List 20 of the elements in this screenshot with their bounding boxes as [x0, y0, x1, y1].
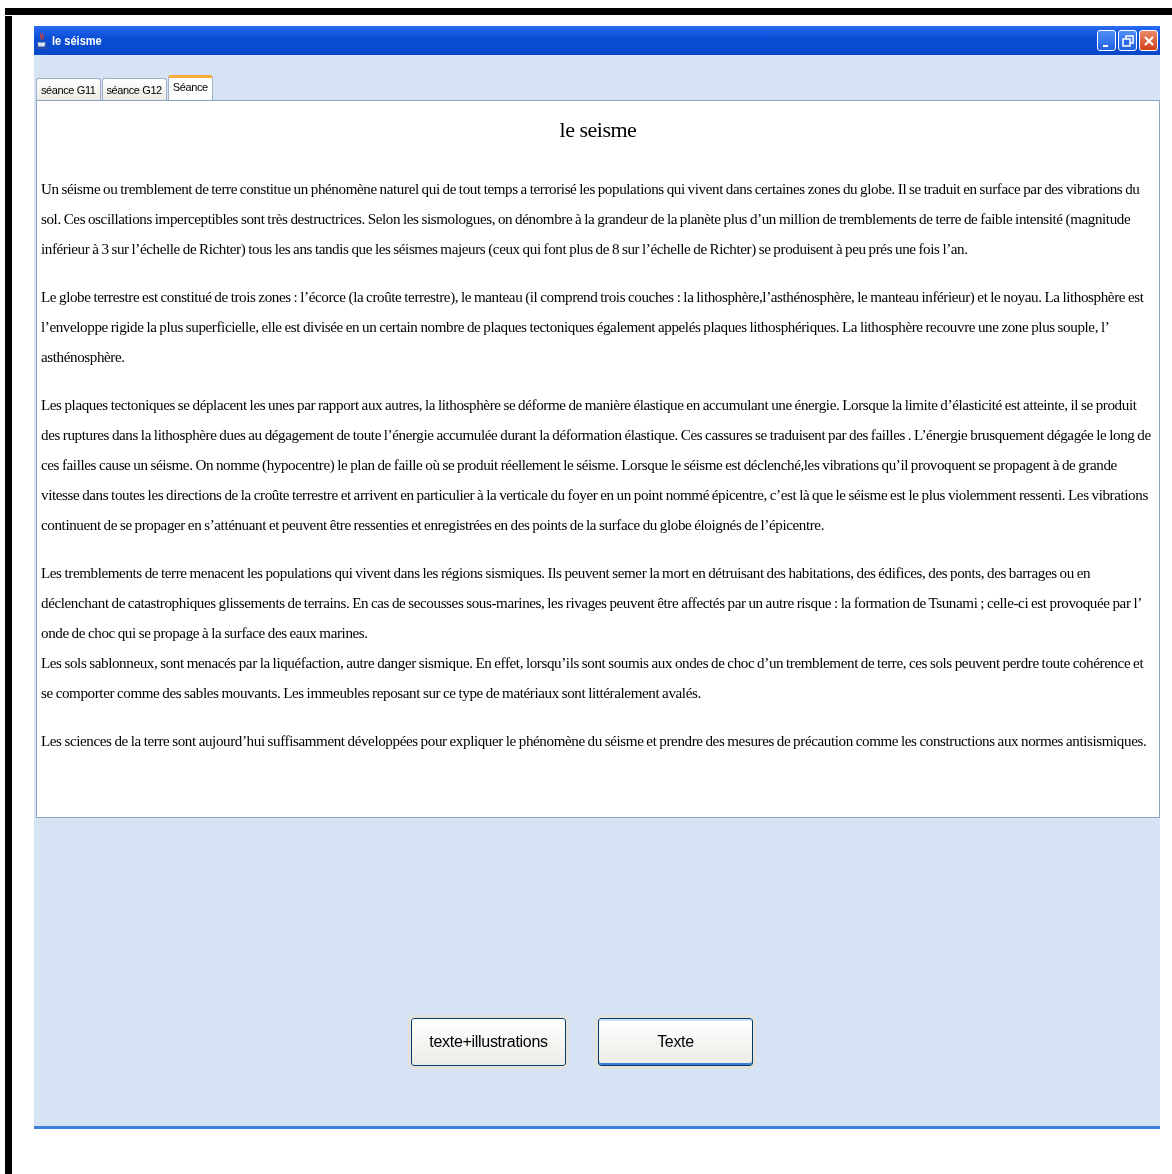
paragraph: Le globe terrestre est constitué de trois zones : l’écorce (la croûte terrestre), le manteau (il comprend trois couches : la lithosphère,l’asthénosphère, le manteau inférieur) et le noyau. La lithosphère est l’enveloppe rigide la plus superficielle, elle est divisée en un certain nombre de plaques tectoniques également appelés plaques lithosphériques. La lithosphère recouvre une zone plus souple, l’ asthénosphère. — [41, 288, 1145, 367]
paragraph: Les plaques tectoniques se déplacent les unes par rapport aux autres, la lithosphère se déforme de manière élastique en accumulant une énergie. Lorsque la limite d’élasticité est atteinte, il se produit des ruptures dans la lithosphère dues au dégagement de toute l’énergie accumulée durant la déformation élastique. Ces cassures se traduisent par des failles . L’énergie brusquement dégagée le long de ces failles cause un séisme. On nomme (hypocentre) le plan de faille où se produit réellement le séisme. Lorsque le séisme est déclenché,les vibrations qu’il provoquent se propagent à de grande vitesse dans toutes les directions de la croûte terrestre et arrivent en particulier à la verticale du foyer en un point nommé épicentre, c’est là que le séisme est le plus violemment ressenti. Les vibrations continuent de se propager en s’atténuant et peuvent être ressenties et enregistrées en des points de la surface du globe éloignés de l’épicentre. — [41, 396, 1152, 535]
close-icon — [1141, 33, 1156, 48]
button[interactable]: Texte — [598, 1018, 753, 1066]
tab[interactable]: séance G11 — [36, 78, 101, 100]
document-heading: le seisme — [558, 116, 638, 144]
cup-icon — [36, 31, 48, 50]
close-button[interactable] — [1139, 30, 1158, 51]
restore-button[interactable] — [1118, 30, 1137, 51]
minimize-button[interactable] — [1097, 30, 1116, 51]
tab[interactable]: Séance — [167, 75, 213, 100]
paragraph: Un séisme ou tremblement de terre constitue un phénomène naturel qui de tout temps a terrorisé les populations qui vivent dans certaines zones du globe. Il se traduit en surface par des vibrations du sol. Ces oscillations imperceptibles sont très destructrices. Selon les sismologues, on dénombre à la grandeur de la planète plus d’un million de tremblements de terre de faible intensité (magnitude inférieur à 3 sur l’échelle de Richter) tous les ans tandis que les séismes majeurs (ceux qui font plus de 8 sur l’échelle de Richter) se produisent à peu prés une fois l’an. — [41, 180, 1141, 259]
paragraph: Les sciences de la terre sont aujourd’hui suffisamment développées pour expliquer le phénomène du séisme et prendre des mesures de précaution comme les constructions aux normes antisismiques. — [41, 732, 1148, 751]
restore-icon — [1120, 33, 1135, 48]
tab[interactable]: séance G12 — [101, 78, 167, 100]
window-title: le séisme — [52, 31, 102, 50]
minimize-icon — [1102, 44, 1108, 47]
paragraph: Les sols sablonneux, sont menacés par la liquéfaction, autre danger sismique. En effet, lorsqu’ils sont soumis aux ondes de choc d’un tremblement de terre, ces sols peuvent perdre toute cohérence et se comporter comme des sables mouvants. Les immeubles reposant sur ce type de matériaux sont littéralement avalés. — [41, 654, 1145, 703]
paragraph: Les tremblements de terre menacent les populations qui vivent dans les régions sismiques. Ils peuvent semer la mort en détruisant des habitations, des édifices, des ponts, des barrages ou en déclenchant de catastrophiques glissements de terrains. En cas de secousses sous-marines, les rivages peuvent être affectés par un autre risque : la formation de Tsunami ; celle-ci est provoquée par l’ onde de choc qui se propage à la surface des eaux marines. — [41, 564, 1142, 643]
button[interactable]: texte+illustrations — [411, 1018, 566, 1066]
